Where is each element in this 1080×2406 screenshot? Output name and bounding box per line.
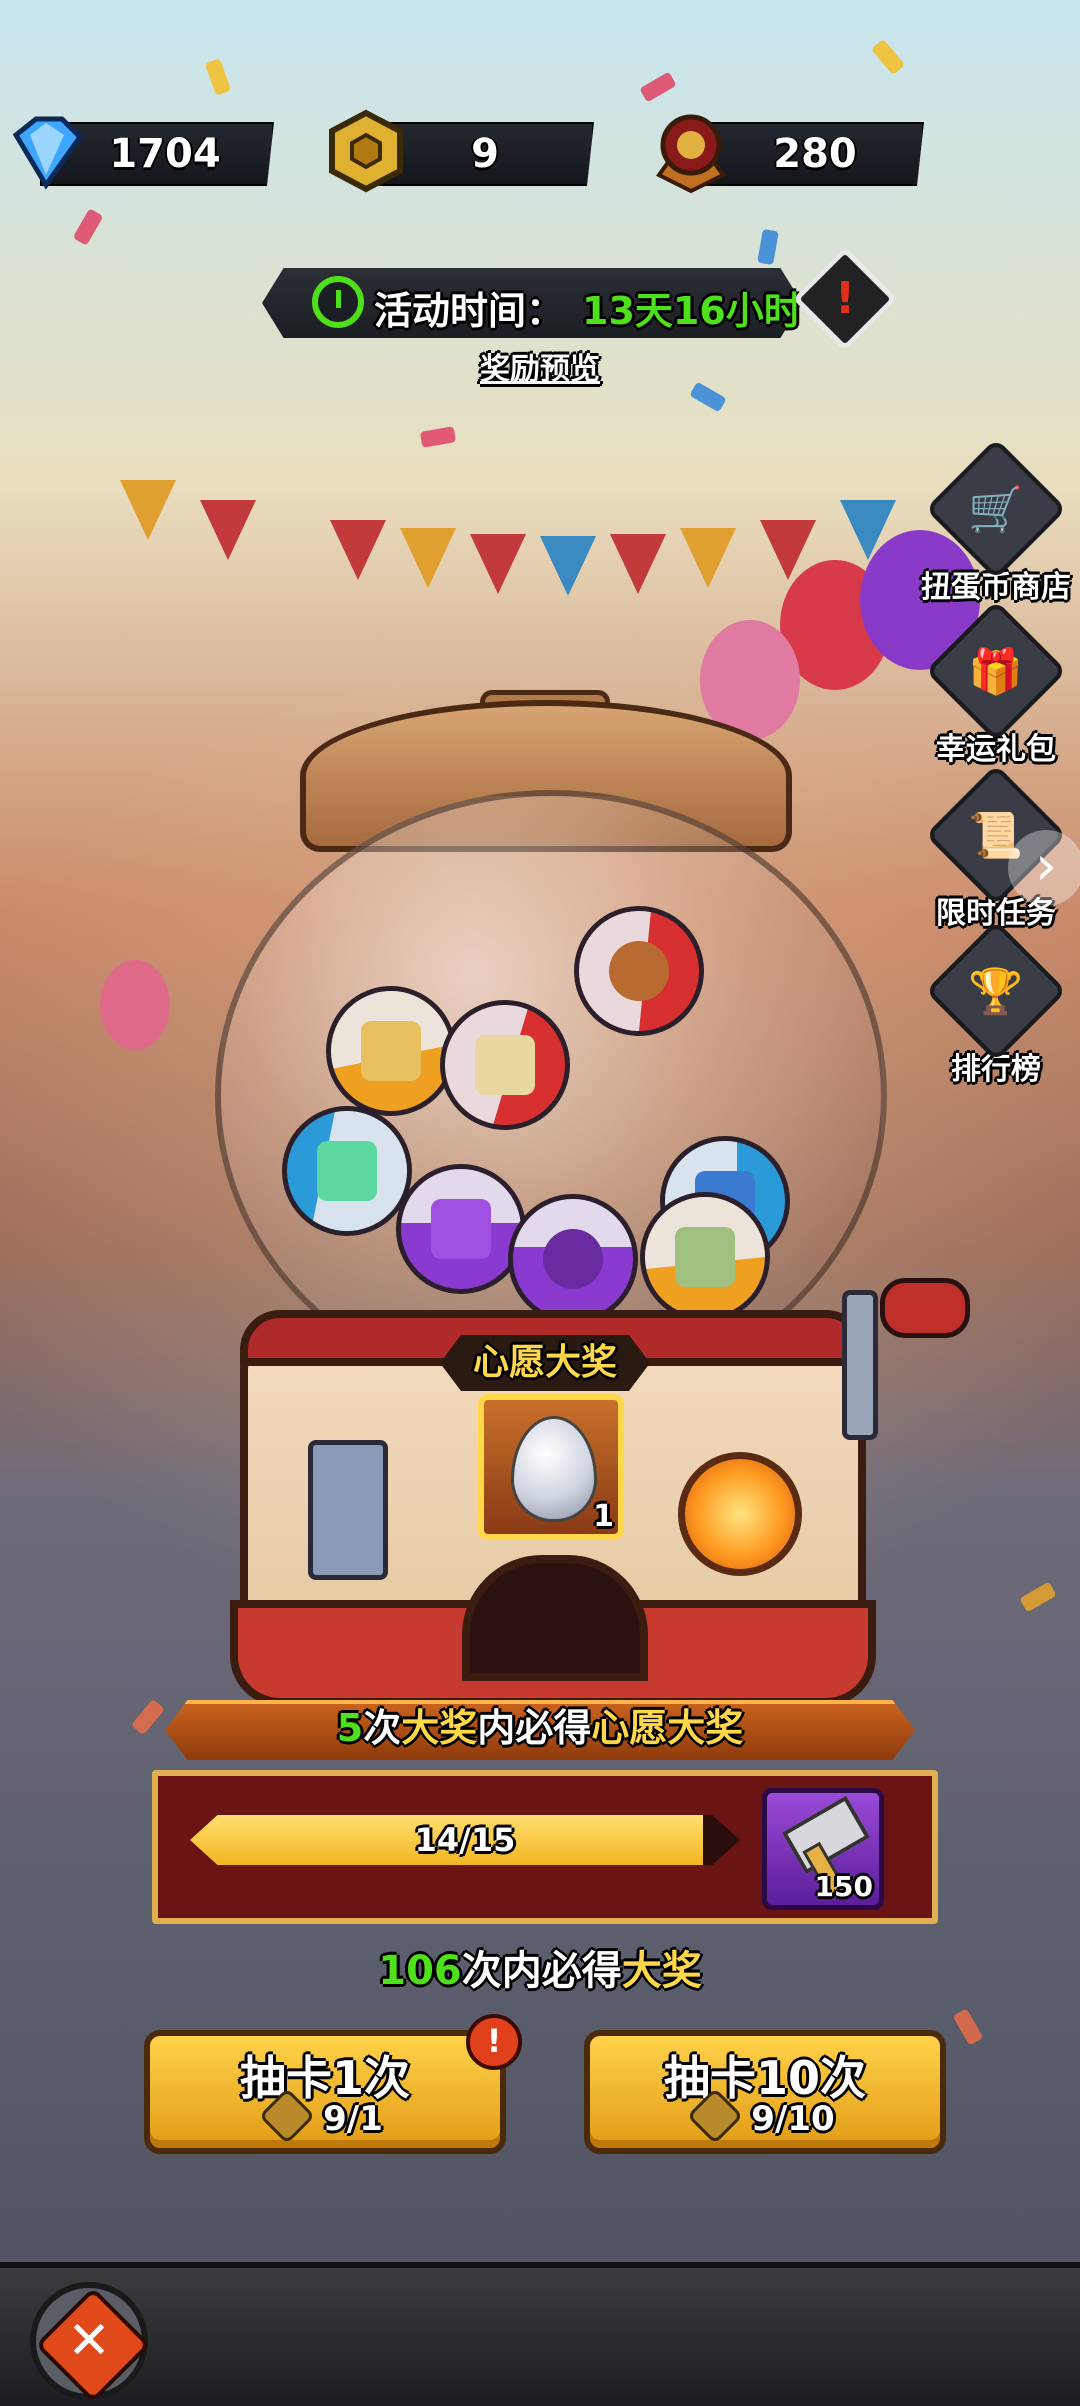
bottom-bar [0,2262,1080,2406]
alert-icon: ! [834,273,856,324]
guarantee-text-1: 次内必得 [461,1948,622,1994]
draw-1-cost-value: 9/1 [323,2099,383,2139]
gacha-coin-icon [687,2087,744,2145]
capsule [326,986,456,1116]
side-item-lucky-pack[interactable]: 🎁 幸运礼包 [918,600,1074,768]
wish-count: 1 [593,1499,614,1534]
progress-reward-slot[interactable]: 150 [762,1788,884,1910]
side-item-coin-shop[interactable]: 🛒 扭蛋币商店 [918,438,1074,606]
alert-icon: ! [466,2014,522,2070]
capsule [282,1106,412,1236]
guarantee-count: 106 [378,1948,462,1994]
chevron-right-icon[interactable]: › [1008,830,1080,906]
event-time-label: 活动时间： [374,289,565,333]
pity-highlight-2: 心愿大奖 [591,1706,744,1750]
draw-1-cost: 9/1 [150,2087,500,2145]
guarantee-highlight: 大奖 [621,1948,702,1994]
medal-icon [645,105,737,197]
pity-text-2: 内必得 [477,1706,592,1750]
close-icon: ✕ [67,2311,111,2371]
podium-icon: 🏆 [925,920,1067,1062]
close-button[interactable]: ✕ [30,2282,151,2403]
crank-handle[interactable] [880,1278,970,1338]
reward-preview-link[interactable]: 奖励预览 [480,344,600,388]
coin-count: 9 [471,131,499,177]
gift-icon: 🎁 [925,600,1067,742]
event-time-value: 13天16小时 [582,289,802,333]
capsule [440,1000,570,1130]
cart-icon: 🛒 [925,438,1067,580]
draw-10-cost: 9/10 [590,2087,940,2145]
capsule-chute [462,1555,648,1681]
coin-slot [308,1440,388,1580]
gem-icon [0,105,92,197]
draw-1-button[interactable]: 抽卡1次 9/1 [144,2030,506,2154]
machine-dial [678,1452,802,1576]
machine-crank[interactable] [842,1290,878,1440]
wish-label: 心愿大奖 [440,1335,650,1391]
pity-count: 5 [336,1706,364,1750]
gacha-coin-icon [320,105,412,197]
wish-reward-slot[interactable]: 1 [478,1394,624,1540]
pity-highlight-1: 大奖 [401,1706,478,1750]
capsule [508,1194,638,1324]
capsule [574,906,704,1036]
pity-text-1: 次 [363,1706,402,1750]
gem-count: 1704 [109,131,221,177]
capsule [396,1164,526,1294]
medal-count: 280 [773,131,857,177]
draw-10-button[interactable]: 抽卡10次 9/10 [584,2030,946,2154]
gacha-coin-icon [258,2087,316,2145]
stopwatch-icon [312,276,364,328]
pity-banner-text: 5次大奖内必得心愿大奖 [165,1700,915,1756]
side-item-leaderboard[interactable]: 🏆 排行榜 [918,920,1074,1088]
guarantee-text: 106次内必得大奖 [0,1938,1080,1996]
reward-count: 150 [814,1870,873,1903]
draw-10-cost-value: 9/10 [751,2099,835,2139]
egg-icon [511,1416,597,1522]
progress-text: 14/15 [414,1821,516,1859]
capsule [640,1192,770,1322]
